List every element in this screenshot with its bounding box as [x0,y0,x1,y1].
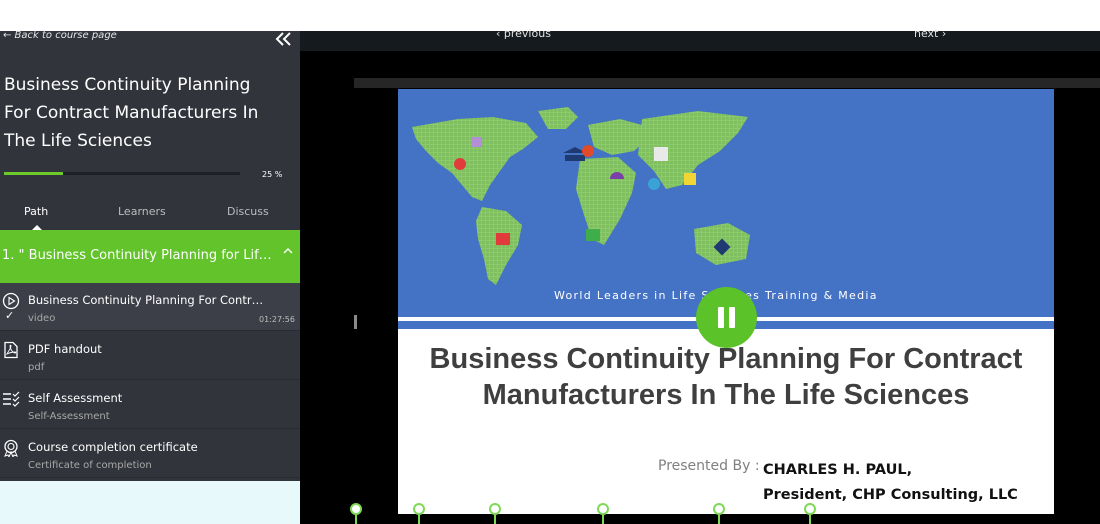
item-subtitle: pdf [28,362,45,373]
presenter-role: President, CHP Consulting, LLC [763,487,1018,503]
sidebar-tabs: Path Learners Discuss [0,205,300,230]
back-to-course-link[interactable]: ← Back to course page [3,30,117,41]
list-item-certificate[interactable]: Course completion certificate Certificat… [0,430,300,478]
video-player: ‹ previous next › World Leaders in Life … [300,27,1100,524]
list-item-pdf[interactable]: PDF handout pdf [0,332,300,380]
slide-title: Business Continuity Planning For Contrac… [429,343,1023,411]
seek-handle[interactable] [354,315,357,329]
marker-stem [602,515,604,524]
player-nav: ‹ previous next › [300,27,1100,51]
marker-stem [718,515,720,524]
progress-fill [4,172,63,175]
item-subtitle: Self-Assessment [28,411,110,422]
slide-banner: World Leaders in Life Sciences Training … [398,89,1054,317]
marker-stem [355,515,357,524]
slide-frame-bar [354,78,1100,88]
course-title: Business Continuity Planning For Contrac… [4,75,259,151]
item-title: Business Continuity Planning For Contrac… [28,293,268,307]
presenter-info: CHARLES H. PAUL, President, CHP Consulti… [763,458,1018,508]
item-duration: 01:27:56 [259,315,295,324]
world-map-graphic [412,107,750,285]
item-subtitle: Certificate of completion [28,460,152,471]
item-title: Course completion certificate [28,440,198,454]
item-title: Self Assessment [28,391,123,405]
marker-stem [418,515,420,524]
course-sidebar: ← Back to course page Business Continuit… [0,30,300,481]
pause-button[interactable] [696,287,757,348]
pdf-icon [2,341,20,359]
list-item-self-assessment[interactable]: Self Assessment Self-Assessment [0,381,300,429]
marker-stem [494,515,496,524]
tab-path[interactable]: Path [24,205,48,218]
certificate-icon [2,439,20,459]
checklist-icon [2,390,20,408]
presenter-name: CHARLES H. PAUL, [763,462,913,478]
play-circle-icon [2,292,20,310]
next-button[interactable]: next › [914,27,946,40]
tab-discuss[interactable]: Discuss [227,205,269,218]
progress-label: 25 % [262,170,283,179]
section-label: 1. " Business Continuity Planning for Li… [2,248,277,263]
timeline-marker[interactable] [350,503,362,515]
list-item-video[interactable]: ✓ Business Continuity Planning For Contr… [0,283,300,331]
progress-bar [4,172,240,175]
tab-learners[interactable]: Learners [118,205,166,218]
double-chevron-left-icon[interactable] [275,27,291,51]
item-title: PDF handout [28,342,102,356]
check-icon: ✓ [5,309,15,322]
sidebar-footer [0,481,300,524]
chevron-up-icon [283,247,293,258]
section-header[interactable]: 1. " Business Continuity Planning for Li… [0,230,300,283]
presented-by-label: Presented By : [658,458,760,474]
item-subtitle: video [28,313,56,324]
marker-stem [809,515,811,524]
previous-button[interactable]: ‹ previous [496,27,551,40]
